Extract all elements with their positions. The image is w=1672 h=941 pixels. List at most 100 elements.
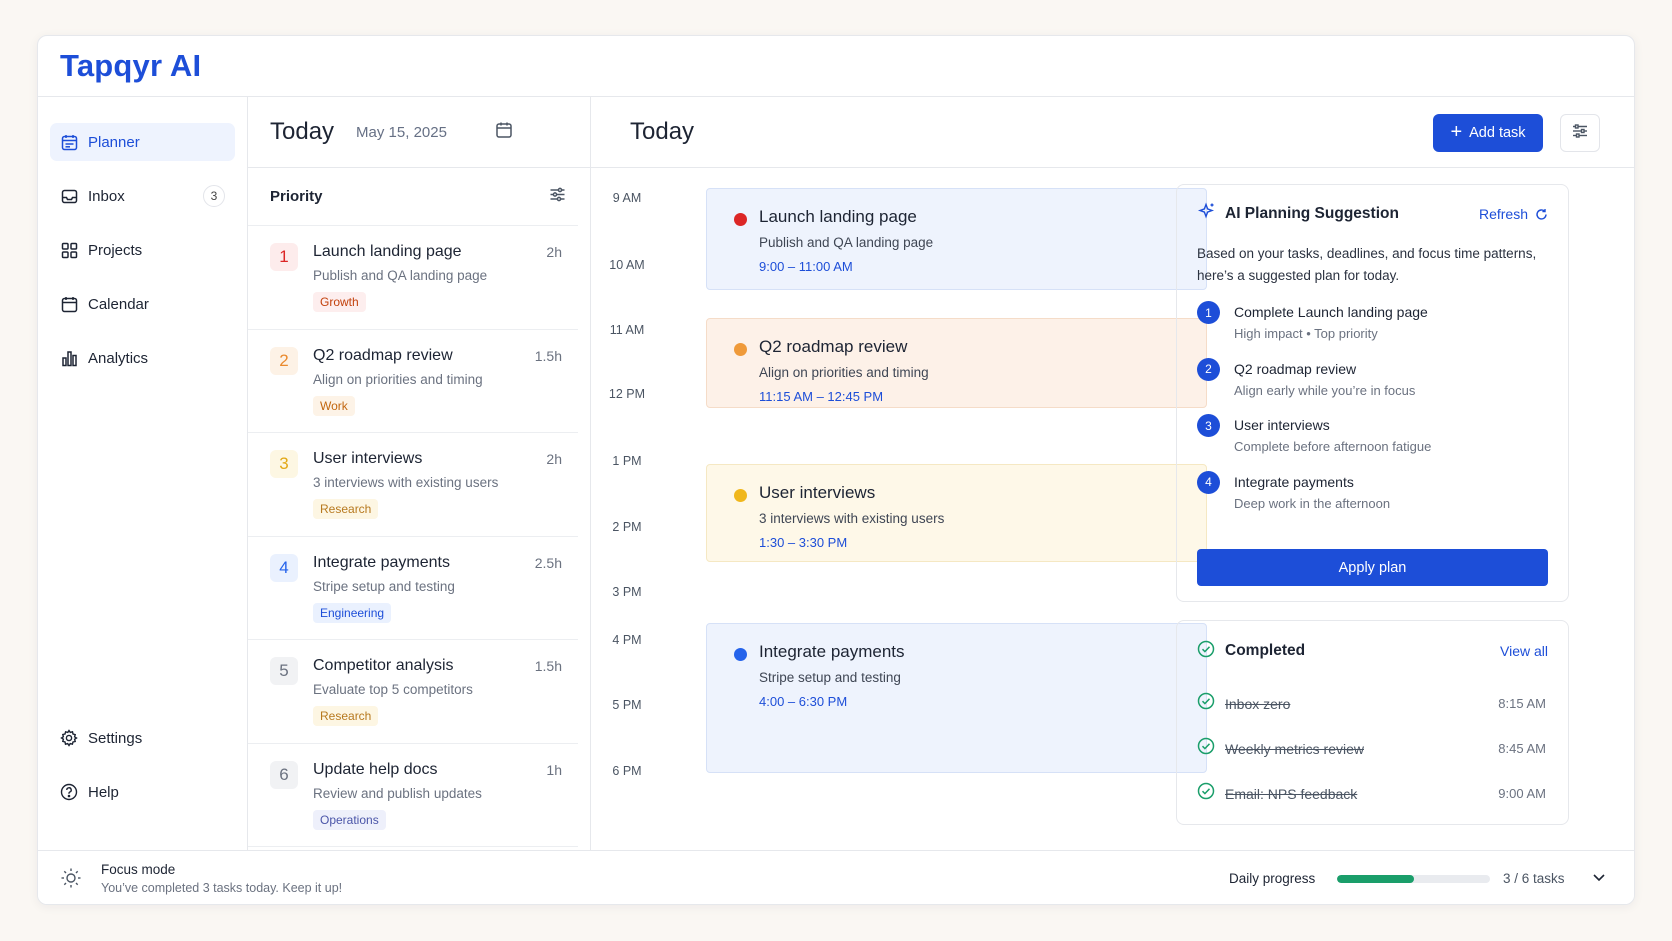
calendar-icon — [60, 295, 78, 313]
task-title: Competitor analysis — [313, 657, 454, 674]
refresh-button[interactable]: Refresh — [1479, 206, 1548, 222]
completed-title: Completed — [1225, 642, 1306, 659]
filter-icon[interactable] — [549, 186, 566, 208]
completed-title: Inbox zero — [1225, 695, 1291, 712]
event-title: Q2 roadmap review — [759, 337, 908, 356]
day-title: Today — [630, 118, 695, 145]
priority-task[interactable]: 4 Integrate payments 2.5h Stripe setup and … — [248, 537, 578, 640]
step-subtitle: High impact • Top priority — [1234, 326, 1378, 341]
daily-progress-label: Daily progress — [1229, 871, 1316, 886]
sidebar-item-projects[interactable]: Projects — [50, 231, 235, 269]
task-priority-number: 6 — [270, 760, 298, 789]
refresh-label: Refresh — [1478, 206, 1528, 222]
priority-task[interactable]: 6 Update help docs 1h Review and publish up… — [248, 744, 578, 847]
task-tag: Operations — [313, 809, 386, 830]
day-header: Today + Add task — [591, 97, 1634, 168]
view-settings-button[interactable] — [1560, 114, 1600, 152]
completed-list: Inbox zero 8:15 AM Weekly metrics review 8:… — [1197, 681, 1548, 816]
calendar-event[interactable]: Q2 roadmap review Align on priorities and… — [706, 318, 1207, 408]
planner-icon — [60, 133, 78, 151]
sidebar-item-label: Help — [88, 783, 119, 801]
event-subtitle: Publish and QA landing page — [759, 235, 934, 250]
sidebar-item-help[interactable]: Help — [50, 773, 235, 811]
check-circle-icon — [1197, 737, 1215, 760]
completed-item[interactable]: Weekly metrics review 8:45 AM — [1197, 726, 1548, 771]
check-circle-icon — [1197, 640, 1215, 663]
ai-plan-step: 4 Integrate payments Deep work in the afte… — [1197, 470, 1548, 528]
ai-description: Based on your tasks, deadlines, and focu… — [1197, 246, 1537, 283]
step-title: User interviews — [1234, 417, 1330, 433]
completed-card: Completed View all Inbox zero 8:15 AM Week… — [1176, 620, 1569, 825]
priority-task[interactable]: 5 Competitor analysis 1.5h Evaluate top 5 c… — [248, 640, 578, 744]
sidebar-item-inbox[interactable]: Inbox 3 — [50, 177, 235, 215]
priority-task[interactable]: 2 Q2 roadmap review 1.5h Align on prioritie… — [248, 330, 578, 433]
check-circle-icon — [1197, 692, 1215, 715]
calendar-event[interactable]: User interviews 3 interviews with existin… — [706, 464, 1207, 562]
step-title: Q2 roadmap review — [1234, 360, 1357, 377]
ai-suggestion-card: AI Planning Suggestion Refresh Based on … — [1176, 184, 1569, 602]
event-color-dot — [734, 343, 747, 356]
hour-label: 4 PM — [612, 633, 642, 647]
completed-title: Email: NPS feedback — [1225, 785, 1358, 802]
hour-label: 5 PM — [612, 698, 642, 712]
calendar-event[interactable]: Launch landing page Publish and QA landin… — [706, 188, 1207, 290]
event-subtitle: Align on priorities and timing — [759, 365, 929, 380]
calendar-event[interactable]: Integrate payments Stripe setup and testi… — [706, 623, 1207, 773]
step-number: 3 — [1197, 414, 1220, 437]
sun-icon — [60, 867, 82, 894]
hour-label: 1 PM — [612, 454, 642, 468]
step-number: 1 — [1197, 301, 1220, 324]
task-duration: 2.5h — [534, 554, 562, 571]
task-tag: Research — [313, 499, 379, 519]
gear-icon — [60, 729, 78, 747]
sparkle-icon — [1197, 202, 1216, 226]
priority-task[interactable]: 1 Launch landing page 2h Publish and QA lan… — [248, 226, 578, 330]
completed-time: 8:15 AM — [1498, 696, 1546, 711]
apply-plan-button[interactable]: Apply plan — [1197, 549, 1548, 586]
date-header: Today May 15, 2025 — [248, 97, 590, 168]
task-title: Launch landing page — [313, 243, 462, 260]
completed-item[interactable]: Inbox zero 8:15 AM — [1197, 681, 1548, 726]
event-subtitle: 3 interviews with existing users — [759, 511, 945, 526]
completed-title: Weekly metrics review — [1225, 740, 1364, 757]
date-picker-icon[interactable] — [495, 121, 513, 144]
help-icon — [60, 783, 78, 801]
refresh-icon — [1535, 208, 1548, 221]
task-duration: 1.5h — [534, 658, 562, 674]
task-priority-number: 5 — [270, 657, 298, 685]
task-priority-number: 1 — [270, 243, 298, 271]
event-color-dot — [734, 213, 747, 226]
task-title: Q2 roadmap review — [313, 346, 453, 364]
sidebar-item-label: Analytics — [88, 349, 149, 367]
sidebar: Planner Inbox 3 Projects Calendar Analyt… — [38, 97, 248, 850]
inbox-icon — [60, 187, 78, 205]
hour-label: 2 PM — [612, 520, 642, 534]
event-time: 11:15 AM – 12:45 PM — [759, 389, 884, 404]
priority-header: Priority — [248, 168, 578, 226]
ai-plan-step: 3 User interviews Complete before afternoo… — [1197, 414, 1548, 471]
task-title: User interviews — [313, 450, 423, 467]
priority-label: Priority — [270, 188, 323, 205]
view-all-link[interactable]: View all — [1500, 643, 1548, 659]
priority-task[interactable]: 3 User interviews 2h 3 interviews with exis… — [248, 433, 578, 537]
sidebar-item-analytics[interactable]: Analytics — [50, 339, 235, 377]
progress-count: 3 / 6 tasks — [1503, 871, 1565, 886]
chevron-down-icon[interactable] — [1591, 869, 1607, 890]
daily-progress-bar — [1337, 875, 1490, 883]
hour-label: 12 PM — [608, 387, 646, 401]
day-view: Today + Add task 9 AM 10 AM 11 AM 12 PM 1 PM… — [591, 97, 1634, 850]
check-circle-icon — [1197, 782, 1215, 805]
hour-label: 6 PM — [612, 764, 642, 778]
event-title: Integrate payments — [759, 642, 905, 661]
task-priority-number: 2 — [270, 346, 298, 375]
completed-item[interactable]: Email: NPS feedback 9:00 AM — [1197, 771, 1548, 816]
task-duration: 2h — [546, 451, 562, 467]
sidebar-item-planner[interactable]: Planner — [50, 123, 235, 161]
step-subtitle: Align early while you’re in focus — [1234, 382, 1416, 398]
sidebar-item-label: Calendar — [88, 295, 149, 313]
add-task-button[interactable]: + Add task — [1433, 114, 1543, 152]
sidebar-item-settings[interactable]: Settings — [50, 719, 235, 757]
page-title: Today — [270, 118, 335, 145]
task-subtitle: Publish and QA landing page — [313, 268, 488, 283]
sidebar-item-calendar[interactable]: Calendar — [50, 285, 235, 323]
